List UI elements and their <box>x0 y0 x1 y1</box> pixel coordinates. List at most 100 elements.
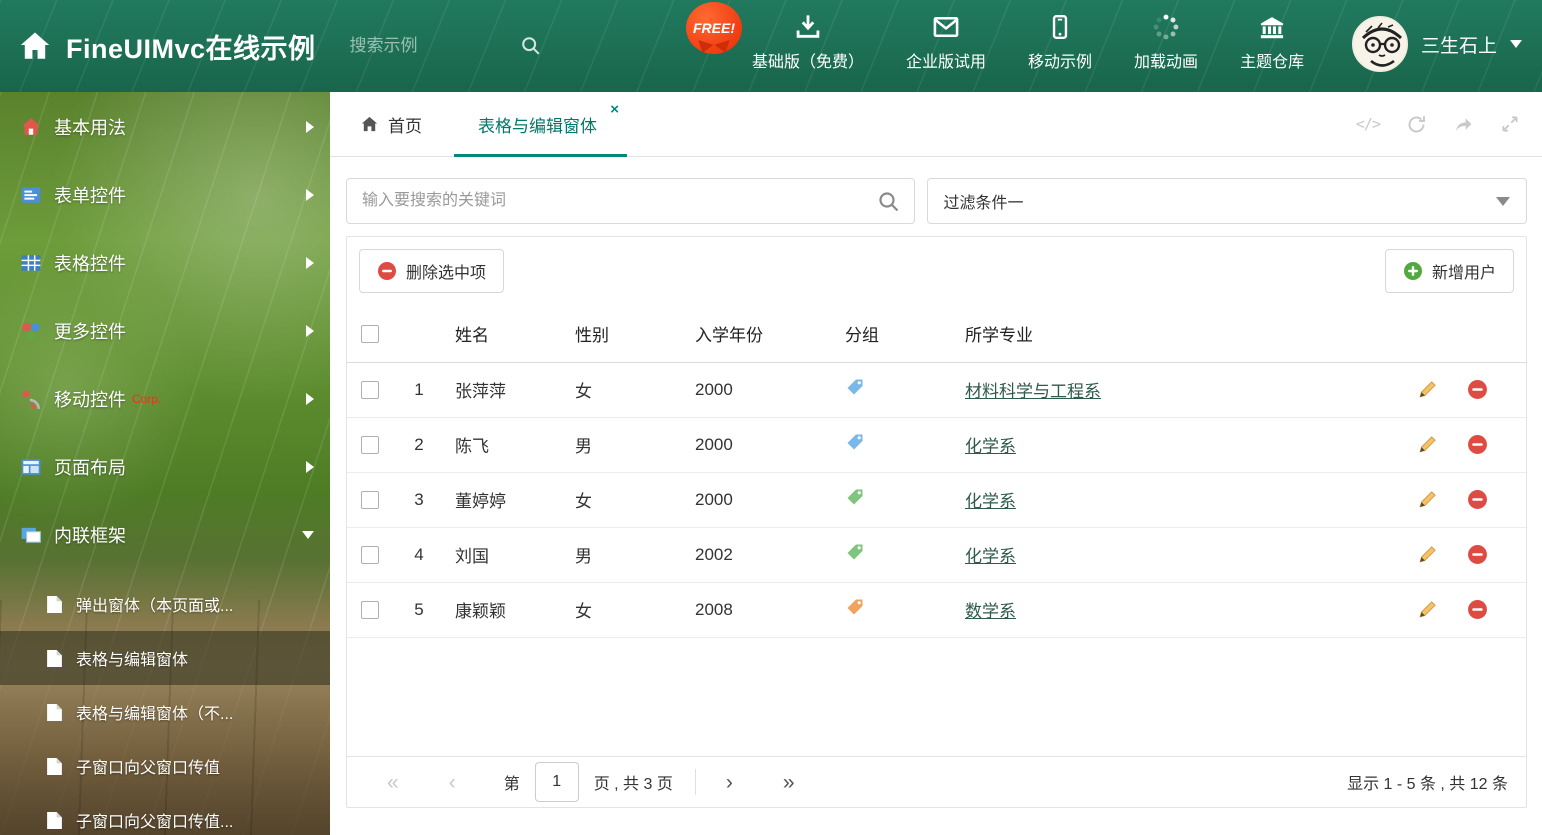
header-nav: 基础版（免费） 企业版试用 移动示例 加载动画 主题仓库 <box>752 11 1304 72</box>
prev-page-button[interactable]: ‹ <box>449 772 456 793</box>
edit-pencil-icon[interactable] <box>1417 489 1438 510</box>
sidebar-submenu: 弹出窗体（本页面或... 表格与编辑窗体 表格与编辑窗体（不... 子窗口向父窗… <box>0 577 330 835</box>
edit-pencil-icon[interactable] <box>1417 434 1438 455</box>
row-checkbox[interactable] <box>361 546 379 565</box>
sidebar-item-page-layout[interactable]: 页面布局 <box>0 441 330 493</box>
code-icon[interactable]: </> <box>1356 115 1381 133</box>
last-page-button[interactable]: » <box>783 772 795 793</box>
table-wrapper: 姓名 性别 入学年份 分组 所学专业 1 张萍萍 女 2000 材料科学与工程系… <box>347 305 1526 756</box>
keyword-search-input[interactable] <box>347 179 914 223</box>
tag-icon <box>845 377 865 397</box>
filter-dropdown[interactable]: 过滤条件一 <box>926 178 1527 224</box>
file-icon <box>46 757 63 776</box>
nav-mobile-demo[interactable]: 移动示例 <box>1028 11 1092 72</box>
major-link[interactable]: 化学系 <box>965 547 1016 566</box>
chevron-down-icon <box>302 531 314 539</box>
sidebar-subitem[interactable]: 表格与编辑窗体（不... <box>0 685 330 739</box>
nav-theme-repo[interactable]: 主题仓库 <box>1240 11 1304 72</box>
bank-icon <box>1258 11 1286 41</box>
sidebar-subitem[interactable]: 子窗口向父窗口传值... <box>0 793 330 835</box>
expand-icon[interactable] <box>1500 114 1520 134</box>
nav-enterprise-trial[interactable]: 企业版试用 <box>906 11 986 72</box>
page-number-input[interactable] <box>534 762 579 802</box>
sidebar-item-table-controls[interactable]: 表格控件 <box>0 237 330 289</box>
app-header: FineUIMvc在线示例 FREE! 基础版（免费） 企业版试用 移动示例 <box>0 0 1542 92</box>
sidebar-item-more-controls[interactable]: 更多控件 Corp. <box>0 305 330 357</box>
tab-home[interactable]: 首页 <box>360 112 422 137</box>
keyword-search <box>346 178 915 224</box>
delete-selected-button[interactable]: 删除选中项 <box>359 249 505 293</box>
pager-divider <box>694 769 696 795</box>
row-checkbox[interactable] <box>361 491 379 510</box>
delete-row-icon[interactable] <box>1467 599 1488 620</box>
delete-row-icon[interactable] <box>1467 544 1488 565</box>
home-icon <box>20 116 42 138</box>
table-header-row: 姓名 性别 入学年份 分组 所学专业 <box>347 305 1526 363</box>
sidebar-item-inline-frame[interactable]: 内联框架 <box>0 509 330 561</box>
first-page-button[interactable]: « <box>387 772 399 793</box>
sidebar-subitem[interactable]: 表格与编辑窗体 <box>0 631 330 685</box>
mobile-icon <box>1047 11 1073 41</box>
free-ribbon-badge: FREE! <box>686 2 742 54</box>
select-all-checkbox[interactable] <box>361 324 379 343</box>
edit-pencil-icon[interactable] <box>1417 544 1438 565</box>
add-user-button[interactable]: 新增用户 <box>1384 249 1514 293</box>
nav-basic-free[interactable]: 基础版（免费） <box>752 11 864 72</box>
sidebar-item-mobile-controls[interactable]: 移动控件 Corp. <box>0 373 330 425</box>
row-checkbox[interactable] <box>361 436 379 455</box>
page-prefix: 第 <box>503 776 520 793</box>
row-number: 4 <box>393 527 445 583</box>
major-link[interactable]: 化学系 <box>965 437 1016 456</box>
edit-pencil-icon[interactable] <box>1417 379 1438 400</box>
row-number: 5 <box>393 582 445 638</box>
sidebar-subitem[interactable]: 弹出窗体（本页面或... <box>0 577 330 631</box>
tag-icon <box>845 432 865 452</box>
close-icon[interactable]: × <box>610 102 619 117</box>
table-row: 5 康颖颖 女 2008 数学系 <box>347 582 1526 638</box>
chevron-down-icon <box>1496 197 1510 213</box>
next-page-button[interactable]: › <box>726 772 733 793</box>
search-icon[interactable] <box>877 190 901 214</box>
tab-active-grid-edit-window[interactable]: 表格与编辑窗体 × <box>454 92 627 157</box>
cell-gender: 男 <box>565 417 683 473</box>
major-link[interactable]: 化学系 <box>965 492 1016 511</box>
cell-gender: 男 <box>565 527 683 583</box>
nav-loading-animation[interactable]: 加载动画 <box>1134 11 1198 72</box>
chevron-right-icon <box>306 121 314 133</box>
mobile-controls-icon <box>20 388 42 410</box>
col-major: 所学专业 <box>951 305 1406 363</box>
edit-pencil-icon[interactable] <box>1417 599 1438 620</box>
form-icon <box>20 184 42 206</box>
delete-row-icon[interactable] <box>1467 434 1488 455</box>
major-link[interactable]: 数学系 <box>965 602 1016 621</box>
delete-row-icon[interactable] <box>1467 489 1488 510</box>
sidebar-item-basic-usage[interactable]: 基本用法 <box>0 101 330 153</box>
user-menu[interactable]: 三生石上 <box>1351 16 1522 72</box>
cell-gender: 女 <box>565 582 683 638</box>
tag-icon <box>845 597 865 617</box>
row-checkbox[interactable] <box>361 601 379 620</box>
row-checkbox[interactable] <box>361 381 379 400</box>
share-icon[interactable] <box>1453 114 1474 135</box>
chevron-down-icon <box>1510 40 1522 54</box>
file-icon <box>46 703 63 722</box>
sidebar-subitem[interactable]: 子窗口向父窗口传值 <box>0 739 330 793</box>
col-group: 分组 <box>833 305 951 363</box>
page-suffix: 页 , 共 3 页 <box>593 776 673 793</box>
col-year: 入学年份 <box>683 305 833 363</box>
record-summary: 显示 1 - 5 条 , 共 12 条 <box>1347 776 1508 793</box>
chevron-right-icon <box>306 393 314 405</box>
sidebar-item-form-controls[interactable]: 表单控件 <box>0 169 330 221</box>
cell-name: 张萍萍 <box>445 362 565 418</box>
minus-circle-icon <box>378 262 396 280</box>
table-icon <box>20 252 42 274</box>
search-icon[interactable] <box>520 35 542 57</box>
home-logo-icon[interactable] <box>18 29 52 63</box>
sidebar: 基本用法 表单控件 表格控件 更多控件 移动控件 Corp. 页面布局 内联框架… <box>0 92 330 835</box>
major-link[interactable]: 材料科学与工程系 <box>965 382 1101 401</box>
header-search-input[interactable] <box>349 36 520 56</box>
delete-row-icon[interactable] <box>1467 379 1488 400</box>
refresh-icon[interactable] <box>1406 114 1427 135</box>
cell-name: 刘国 <box>445 527 565 583</box>
sidebar-subitem-label: 表格与编辑窗体 <box>76 652 189 669</box>
